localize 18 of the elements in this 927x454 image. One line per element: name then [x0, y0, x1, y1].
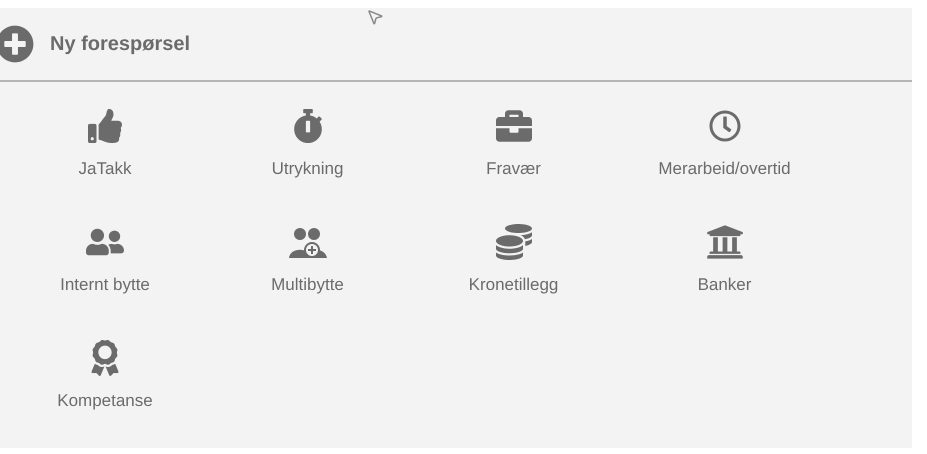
- people-plus-icon: [288, 225, 328, 259]
- request-type-button[interactable]: Fravær: [486, 156, 541, 182]
- request-type-button[interactable]: Internt bytte: [60, 272, 150, 298]
- coins-icon: [496, 224, 532, 260]
- request-type-button[interactable]: JaTakk: [78, 156, 132, 182]
- request-type-button[interactable]: Kronetillegg: [468, 272, 558, 298]
- request-type-button[interactable]: Merarbeid/overtid: [658, 156, 791, 182]
- request-type-button[interactable]: Multibytte: [271, 272, 344, 298]
- add-icon[interactable]: [0, 25, 34, 63]
- thumbs-up-icon: [88, 109, 122, 143]
- clock-icon: [708, 110, 740, 142]
- bank-icon: [706, 223, 744, 261]
- request-type-button[interactable]: Banker: [698, 272, 752, 298]
- request-type-button[interactable]: Utrykning: [272, 156, 344, 182]
- cursor-icon: [366, 8, 384, 26]
- briefcase-icon: [496, 108, 532, 144]
- page-title: Ny forespørsel: [50, 32, 190, 57]
- request-type-button[interactable]: Kompetanse: [57, 388, 153, 414]
